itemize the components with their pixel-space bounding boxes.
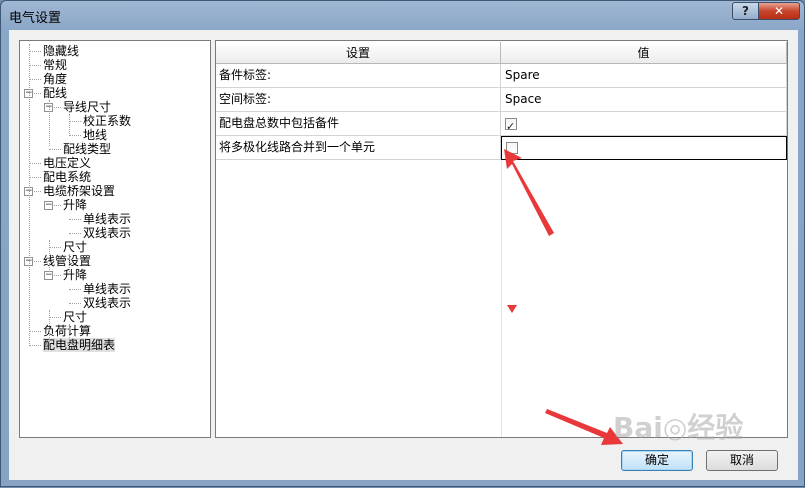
setting-name-space-label: 空间标签: (216, 88, 501, 112)
tree-connector (29, 65, 41, 66)
title-bar[interactable]: 电气设置 ? ✕ (1, 1, 804, 29)
include-spares-cell (501, 112, 787, 138)
tree-connector (29, 163, 41, 164)
include-spares-checkbox[interactable] (505, 116, 517, 138)
tree-connector (29, 331, 41, 332)
tree-collapse-toggle[interactable]: − (44, 271, 53, 280)
tree-connector (29, 79, 41, 80)
tree-connector (29, 177, 41, 178)
tree-item[interactable]: 配线 (43, 86, 67, 100)
watermark-logo: Bai◎经验 (613, 411, 744, 444)
tree-connector (29, 51, 41, 52)
tree-guide-line (49, 310, 50, 342)
dialog-window: 电气设置 ? ✕ 隐藏线 常规 角度 配线 − 导线尺寸 − 校正系数 地线 配线类型 电压定义 配电… (0, 0, 805, 487)
tree-guide-line (69, 254, 70, 274)
tree-connector (69, 233, 81, 234)
close-button[interactable]: ✕ (758, 2, 800, 20)
tree-connector (69, 289, 81, 290)
tree-item[interactable]: 负荷计算 (43, 324, 91, 338)
tree-connector (69, 219, 81, 220)
tree-item[interactable]: 单线表示 (83, 282, 131, 296)
merge-multipole-checkbox[interactable] (506, 142, 518, 154)
tree-item[interactable]: 常规 (43, 58, 67, 72)
tree-item[interactable]: 双线表示 (83, 296, 131, 310)
tree-item[interactable]: 地线 (83, 128, 107, 142)
settings-grid[interactable]: 设置 值 备件标签: Spare 空间标签: Space 配电盘总数中包括备件 … (215, 40, 788, 438)
tree-item[interactable]: 单线表示 (83, 212, 131, 226)
help-button[interactable]: ? (732, 2, 759, 20)
tree-guide-line (29, 44, 30, 344)
tree-connector (69, 135, 81, 136)
window-title: 电气设置 (9, 11, 62, 26)
tree-item[interactable]: 线管设置 (43, 254, 91, 268)
tree-connector (49, 149, 61, 150)
tree-connector (69, 121, 81, 122)
column-divider (501, 160, 502, 437)
tree-item[interactable]: 电缆桥架设置 (43, 184, 115, 198)
tree-item[interactable]: 电压定义 (43, 156, 91, 170)
ok-button[interactable]: 确定 (621, 450, 693, 471)
spare-label-value[interactable]: Spare (501, 64, 787, 88)
tree-connector (69, 303, 81, 304)
tree-item[interactable]: 升降 (63, 268, 87, 282)
settings-tree[interactable]: 隐藏线 常规 角度 配线 − 导线尺寸 − 校正系数 地线 配线类型 电压定义 配电系统 电缆桥架设置 −… (19, 40, 211, 438)
tree-item[interactable]: 升降 (63, 198, 87, 212)
tree-item[interactable]: 角度 (43, 72, 67, 86)
tree-guide-line (49, 240, 50, 272)
tree-item[interactable]: 双线表示 (83, 226, 131, 240)
tree-guide-line (69, 324, 70, 344)
tree-item[interactable]: 隐藏线 (43, 44, 79, 58)
space-label-value[interactable]: Space (501, 88, 787, 112)
tree-connector (49, 247, 61, 248)
tree-item[interactable]: 配电盘明细表 (43, 338, 116, 352)
tree-guide-line (69, 114, 70, 134)
tree-connector (49, 317, 61, 318)
cancel-button[interactable]: 取消 (706, 450, 778, 471)
tree-guide-line (49, 100, 50, 146)
tree-item[interactable]: 校正系数 (83, 114, 131, 128)
tree-item[interactable]: 导线尺寸 (63, 100, 111, 114)
tree-collapse-toggle[interactable]: − (44, 201, 53, 210)
setting-name-spare-label: 备件标签: (216, 64, 501, 88)
tree-item[interactable]: 尺寸 (63, 240, 87, 254)
column-header-setting[interactable]: 设置 (216, 42, 501, 64)
tree-item[interactable]: 配线类型 (63, 142, 111, 156)
setting-name-include-spares: 配电盘总数中包括备件 (216, 112, 501, 136)
column-header-value[interactable]: 值 (501, 42, 787, 64)
tree-item[interactable]: 配电系统 (43, 170, 91, 184)
merge-multipole-cell (501, 136, 787, 160)
tree-connector (29, 345, 41, 346)
tree-item[interactable]: 尺寸 (63, 310, 87, 324)
setting-name-merge-multipole: 将多极化线路合并到一个单元 (216, 136, 501, 160)
